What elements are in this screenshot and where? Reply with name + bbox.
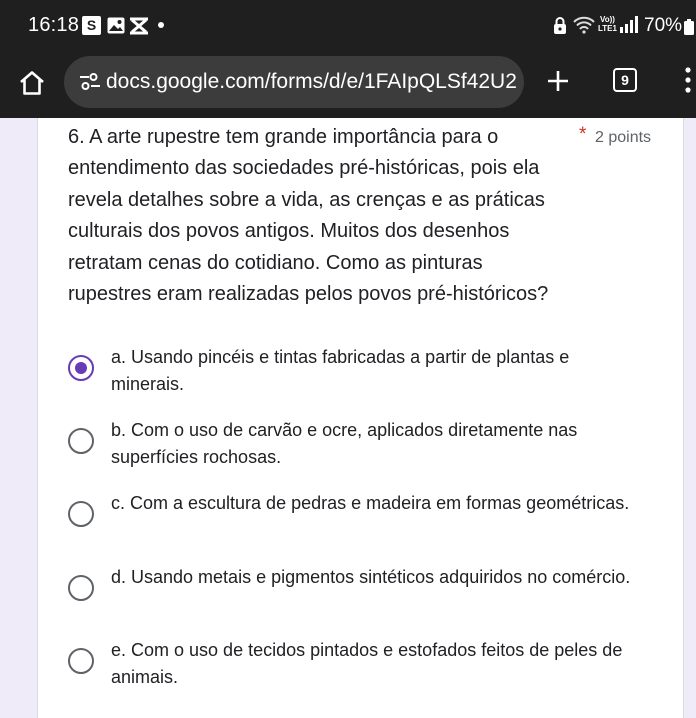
s-app-icon: S [82,16,101,35]
option-label[interactable]: b. Com o uso de carvão e ocre, aplicados… [111,417,641,470]
radio-button-checked[interactable] [68,355,94,381]
wifi-icon [573,15,595,40]
x-app-icon [128,17,150,40]
question-title: 6. A arte rupestre tem grande importânci… [68,126,549,306]
required-marker: * [579,124,587,145]
signal-icon [620,16,638,39]
battery-icon [684,19,694,40]
status-time: 16:18 [28,14,80,36]
option-label[interactable]: d. Usando metais e pigmentos sintéticos … [111,564,641,591]
volte-line2: LTE1 [598,24,617,33]
volte-line1: Vo)) [600,15,615,24]
battery-percentage: 70% [644,15,683,36]
option-label[interactable]: c. Com a escultura de pedras e madeira e… [111,490,641,517]
more-vert-icon[interactable] [685,67,691,98]
lock-icon [553,17,567,40]
url-text[interactable]: docs.google.com/forms/d/e/1FAIpQLSf42U2 [106,70,516,94]
site-settings-icon[interactable] [80,73,100,96]
tab-count: 9 [621,72,629,88]
option-label[interactable]: e. Com o uso de tecidos pintados e estof… [111,637,641,690]
plus-icon[interactable] [546,69,570,98]
status-bar: 16:18 S Vo)) LTE1 70% [0,0,696,52]
option-label[interactable]: a. Usando pincéis e tintas fabricadas a … [111,344,641,397]
address-bar[interactable]: docs.google.com/forms/d/e/1FAIpQLSf42U2 [64,56,524,108]
points-label: 2 points [595,129,652,146]
browser-toolbar: docs.google.com/forms/d/e/1FAIpQLSf42U2 … [0,52,696,118]
notification-dot-icon [158,22,164,28]
radio-button[interactable] [68,575,94,601]
radio-button[interactable] [68,501,94,527]
image-icon [107,17,125,39]
question-card: 6. A arte rupestre tem grande importânci… [37,118,684,718]
volte-indicator: Vo)) LTE1 [598,15,617,33]
radio-button[interactable] [68,648,94,674]
home-icon[interactable] [18,70,46,101]
radio-button[interactable] [68,428,94,454]
tabs-icon[interactable]: 9 [613,68,637,92]
